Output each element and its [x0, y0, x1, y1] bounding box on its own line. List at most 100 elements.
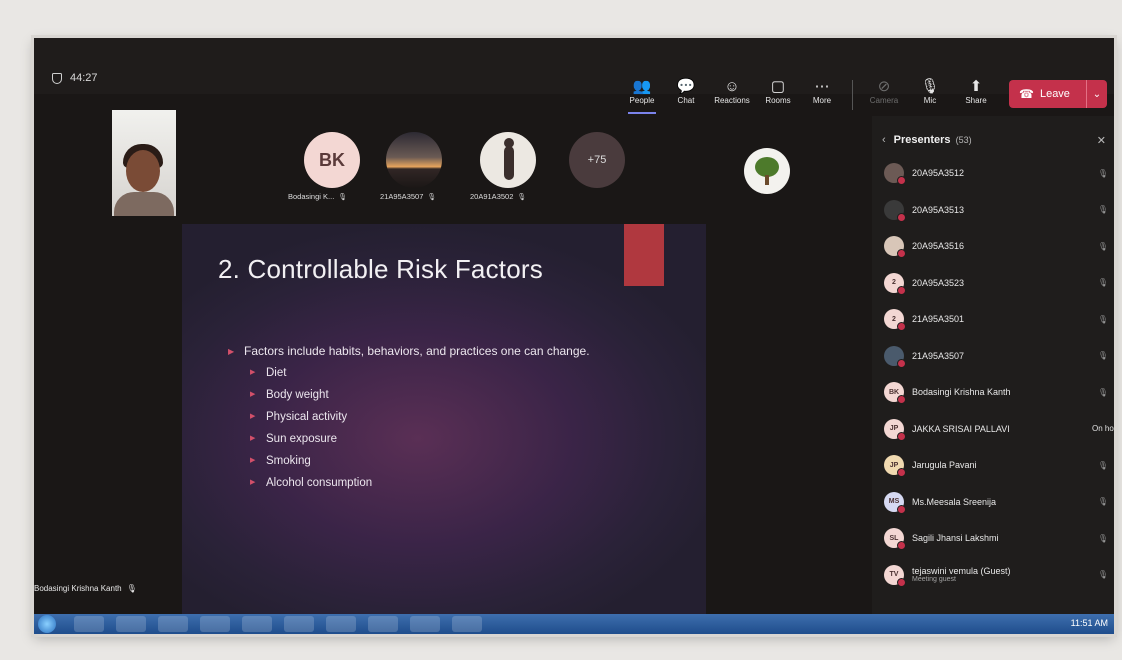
camera-label: Camera — [869, 96, 899, 105]
taskbar-app[interactable] — [242, 616, 272, 632]
presenter-name-text: JAKKA SRISAI PALLAVI — [912, 423, 1010, 434]
participant-avatar-figure[interactable] — [480, 132, 536, 188]
back-chevron-icon[interactable]: ‹ — [882, 134, 886, 146]
status-dot-icon — [897, 176, 906, 185]
reactions-button[interactable]: ☺ Reactions — [710, 78, 754, 105]
taskbar-app[interactable] — [368, 616, 398, 632]
presenter-row[interactable]: TV tejaswini vemula (Guest) Meeting guest 🎙 — [884, 562, 1114, 588]
avatar-initials: SL — [889, 534, 899, 542]
presenter-name: 20A95A3512 — [912, 168, 964, 178]
people-icon: 👥 — [632, 78, 652, 95]
taskbar-app[interactable] — [326, 616, 356, 632]
tree-crown — [755, 157, 779, 177]
taskbar-app[interactable] — [116, 616, 146, 632]
start-button[interactable] — [38, 615, 56, 633]
taskbar-clock: 11:51 AM — [1070, 618, 1108, 628]
chat-label: Chat — [677, 96, 695, 105]
presenter-avatar: TV — [884, 564, 906, 587]
presenter-avatar: BK — [884, 382, 906, 404]
presenter-row[interactable]: 21A95A3507 🎙 — [884, 343, 1114, 369]
mic-muted-icon: 🎙 — [1097, 241, 1108, 251]
reactions-label: Reactions — [714, 96, 750, 105]
presenter-name-text: 21A95A3501 — [912, 314, 965, 324]
avatar-initials: JP — [889, 461, 899, 469]
mic-button[interactable]: 🎙 Mic — [908, 78, 952, 105]
taskbar-app[interactable] — [200, 616, 230, 632]
presenter-row[interactable]: 2 21A95A3501 🎙 — [884, 306, 1114, 332]
presenter-name: Bodasingi Krishna Kanth — [34, 584, 122, 593]
shared-slide: 2. Controllable Risk Factors Factors inc… — [182, 224, 706, 614]
presenter-name: Sagili Jhansi Lakshmi — [912, 533, 999, 543]
mic-muted-icon: 🎙 — [1097, 497, 1108, 506]
share-icon: ⬆ — [969, 78, 983, 95]
phone-hangup-icon: ☎ — [1019, 87, 1034, 101]
people-label: People — [629, 96, 655, 105]
avatar-initials: TV — [889, 571, 899, 578]
presenter-avatar — [884, 345, 906, 368]
presenter-name-text: 20A95A3512 — [912, 168, 965, 178]
taskbar-app[interactable] — [284, 616, 314, 632]
overflow-count: +75 — [587, 154, 607, 166]
presenter-row[interactable]: BK Bodasingi Krishna Kanth 🎙 — [884, 379, 1114, 405]
presenter-name-text: 21A95A3507 — [912, 350, 965, 361]
presenter-name-text: Ms.Meesala Sreenija — [912, 496, 997, 507]
slide-accent-bar — [624, 224, 664, 286]
reactions-icon: ☺ — [724, 78, 740, 95]
participant-avatar-sunset[interactable] — [386, 132, 442, 188]
leave-button[interactable]: ☎ Leave ⌄ — [1009, 80, 1107, 108]
status-dot-icon — [897, 468, 906, 477]
taskbar-app[interactable] — [452, 616, 482, 632]
mic-muted-icon: 🎙 — [1097, 205, 1108, 214]
close-icon[interactable]: ✕ — [1097, 134, 1106, 147]
more-participants-avatar[interactable]: +75 — [569, 132, 625, 188]
camera-off-icon: ⊘ — [877, 78, 891, 95]
tree-logo-avatar[interactable] — [744, 148, 790, 194]
more-button[interactable]: ⋯ More — [800, 78, 844, 105]
status-dot-icon — [897, 395, 906, 404]
rooms-button[interactable]: ▢ Rooms — [756, 78, 800, 105]
presenter-row[interactable]: JP JAKKA SRISAI PALLAVI On hold — [884, 416, 1114, 442]
chat-button[interactable]: 💬 Chat — [664, 78, 708, 105]
leave-label: Leave — [1039, 88, 1070, 100]
share-button[interactable]: ⬆ Share — [954, 78, 998, 105]
shield-icon — [52, 72, 62, 84]
presenter-row[interactable]: 20A95A3512 🎙 — [884, 160, 1114, 186]
toolbar-divider — [852, 80, 853, 110]
taskbar-app[interactable] — [410, 616, 440, 632]
share-label: Share — [965, 96, 987, 105]
slide-sub-bullet: Smoking — [250, 453, 628, 469]
presenter-row[interactable]: 20A95A3516 🎙 — [884, 233, 1114, 259]
presenter-row[interactable]: MS Ms.Meesala Sreenija 🎙 — [884, 489, 1114, 515]
presenter-row[interactable]: JP Jarugula Pavani 🎙 — [884, 452, 1114, 478]
slide-sub-bullet: Physical activity — [250, 409, 628, 425]
rooms-label: Rooms — [765, 96, 791, 105]
camera-button[interactable]: ⊘ Camera — [862, 78, 906, 105]
more-icon: ⋯ — [814, 78, 830, 95]
status-dot-icon — [897, 322, 906, 331]
status-dot-icon — [897, 358, 906, 368]
presenter-name-text: Sagili Jhansi Lakshmi — [912, 533, 999, 543]
participant-avatar-bk[interactable]: BK — [304, 132, 360, 188]
presenter-row[interactable]: 2 20A95A3523 🎙 — [884, 270, 1114, 296]
meeting-toolbar: 44:27 👥 People 💬 Chat ☺ Reactions ▢ Room… — [34, 38, 1114, 114]
presenter-row[interactable]: SL Sagili Jhansi Lakshmi 🎙 — [884, 525, 1114, 551]
presenter-avatar: SL — [884, 528, 906, 550]
leave-options-chevron-icon[interactable]: ⌄ — [1086, 80, 1107, 108]
people-button[interactable]: 👥 People — [620, 78, 664, 114]
self-video-shoulders — [114, 192, 174, 216]
status-dot-icon — [897, 541, 906, 550]
status-dot-icon — [897, 212, 906, 222]
status-dot-icon — [897, 504, 906, 514]
slide-sub-bullet: Alcohol consumption — [250, 475, 628, 491]
status-dot-icon — [897, 577, 906, 587]
presenter-name-text: Jarugula Pavani — [912, 460, 977, 470]
mic-muted-icon: 🎙 — [1097, 460, 1108, 470]
presenter-name: 20A95A3523 — [912, 278, 964, 288]
taskbar-app[interactable] — [158, 616, 188, 632]
taskbar-app[interactable] — [74, 616, 104, 632]
slide-main-bullet: Factors include habits, behaviors, and p… — [228, 344, 628, 359]
presenter-name-text: 20A95A3513 — [912, 204, 965, 215]
presenter-avatar: JP — [884, 418, 906, 441]
avatar-initials: MS — [888, 498, 900, 505]
presenter-row[interactable]: 20A95A3513 🎙 — [884, 197, 1114, 223]
